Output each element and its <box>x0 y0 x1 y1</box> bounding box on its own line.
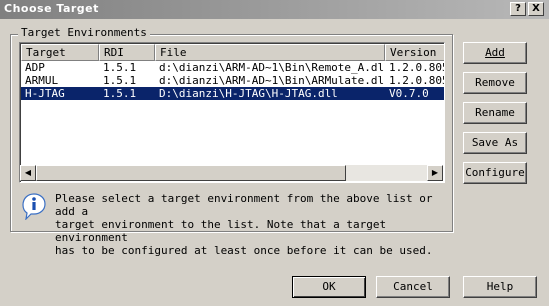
target-list[interactable]: Target RDI File Version ADP 1.5.1 d:\dia… <box>19 42 445 183</box>
table-row[interactable]: ARMUL 1.5.1 d:\dianzi\ARM-AD~1\Bin\ARMul… <box>21 74 445 87</box>
add-button-label: Add <box>485 46 505 59</box>
cell-target: ADP <box>25 61 45 74</box>
cell-version: V0.7.0 <box>389 87 429 100</box>
cell-version: 1.2.0.805 <box>389 61 445 74</box>
configure-button-label: Configure <box>465 166 525 179</box>
rename-button-label: Rename <box>475 106 515 119</box>
rename-button[interactable]: Rename <box>463 102 527 124</box>
info-icon <box>22 193 46 220</box>
question-icon: ? <box>515 3 521 14</box>
cell-rdi: 1.5.1 <box>103 61 137 74</box>
list-rows: ADP 1.5.1 d:\dianzi\ARM-AD~1\Bin\Remote_… <box>21 61 445 100</box>
window-title: Choose Target <box>4 2 99 15</box>
title-bar[interactable]: Choose Target ? X <box>0 0 549 19</box>
table-row-selected[interactable]: H-JTAG 1.5.1 D:\dianzi\H-JTAG\H-JTAG.dll… <box>21 87 444 100</box>
configure-button[interactable]: Configure <box>463 162 527 184</box>
info-message: Please select a target environment from … <box>55 192 433 257</box>
help-title-button[interactable]: ? <box>510 2 526 16</box>
column-header-version[interactable]: Version <box>385 44 444 61</box>
save-as-button[interactable]: Save As <box>463 132 527 154</box>
column-header-rdi[interactable]: RDI <box>99 44 155 61</box>
close-title-button[interactable]: X <box>528 2 544 16</box>
cell-target: H-JTAG <box>25 87 65 100</box>
remove-button[interactable]: Remove <box>463 72 527 94</box>
arrow-left-icon: ◀ <box>24 168 32 177</box>
scroll-thumb[interactable] <box>36 165 346 181</box>
group-label: Target Environments <box>18 26 150 39</box>
horizontal-scrollbar[interactable]: ◀ ▶ <box>20 165 443 181</box>
cell-rdi: 1.5.1 <box>103 87 137 100</box>
ok-button[interactable]: OK <box>292 276 366 298</box>
column-header-target[interactable]: Target <box>21 44 99 61</box>
cell-file: d:\dianzi\ARM-AD~1\Bin\ARMulate.dll <box>159 74 385 87</box>
cell-version: 1.2.0.805 <box>389 74 445 87</box>
ok-button-label: OK <box>322 280 336 293</box>
arrow-right-icon: ▶ <box>431 168 439 177</box>
cancel-button[interactable]: Cancel <box>376 276 450 298</box>
cell-file: d:\dianzi\ARM-AD~1\Bin\Remote_A.dll <box>159 61 385 74</box>
cell-rdi: 1.5.1 <box>103 74 137 87</box>
scroll-left-button[interactable]: ◀ <box>20 165 36 181</box>
table-row[interactable]: ADP 1.5.1 d:\dianzi\ARM-AD~1\Bin\Remote_… <box>21 61 445 74</box>
cell-target: ARMUL <box>25 74 59 87</box>
list-header: Target RDI File Version <box>21 44 444 61</box>
close-icon: X <box>532 3 540 14</box>
column-header-file[interactable]: File <box>155 44 385 61</box>
remove-button-label: Remove <box>475 76 515 89</box>
save-as-button-label: Save As <box>471 136 519 149</box>
help-button[interactable]: Help <box>463 276 537 298</box>
add-button[interactable]: Add <box>463 42 527 64</box>
scroll-right-button[interactable]: ▶ <box>427 165 443 181</box>
cell-file: D:\dianzi\H-JTAG\H-JTAG.dll <box>159 87 338 100</box>
cancel-button-label: Cancel <box>393 280 433 293</box>
help-button-label: Help <box>486 280 514 293</box>
choose-target-dialog: Choose Target ? X Target Environments Ta… <box>0 0 549 306</box>
